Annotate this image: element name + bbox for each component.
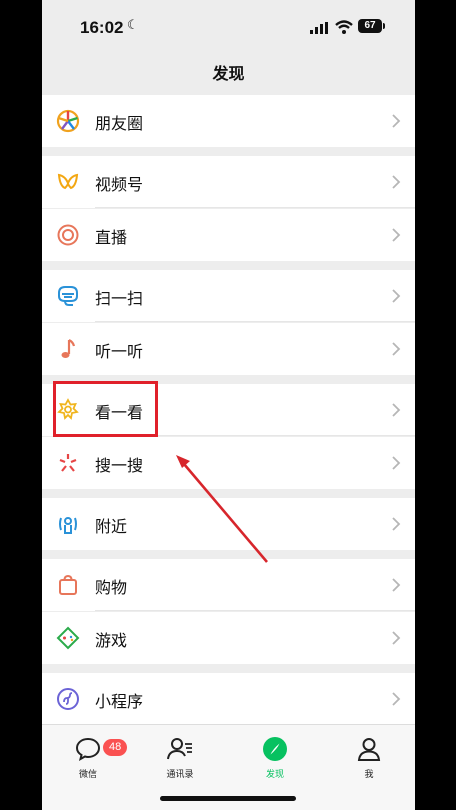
chevron-right-icon (392, 289, 401, 303)
menu-item-games[interactable]: 游戏 (42, 612, 415, 664)
chevron-right-icon (392, 175, 401, 189)
chevron-right-icon (392, 403, 401, 417)
chat-bubble-icon (75, 737, 101, 761)
tab-chats[interactable]: 48 微信 (53, 735, 128, 780)
moments-icon (55, 108, 81, 134)
menu-item-listen[interactable]: 听一听 (42, 323, 415, 375)
signal-icon (310, 22, 328, 34)
menu-item-shopping[interactable]: 购物 (42, 559, 415, 611)
menu-label: 小程序 (95, 692, 144, 711)
person-icon (357, 738, 381, 761)
menu-item-scan[interactable]: 扫一扫 (42, 270, 415, 322)
nearby-icon (55, 511, 81, 537)
home-indicator (160, 796, 296, 801)
compass-icon (263, 737, 287, 761)
menu-item-moments[interactable]: 朋友圈 (42, 95, 415, 147)
search-icon (55, 450, 81, 476)
games-icon (55, 625, 81, 651)
mini-programs-icon (55, 686, 81, 712)
highlight-box (53, 381, 158, 437)
status-time: 16:02 (80, 18, 124, 37)
listen-icon (55, 336, 81, 362)
tab-me[interactable]: 我 (334, 735, 404, 780)
tab-label: 我 (364, 770, 374, 780)
chevron-right-icon (392, 631, 401, 645)
tab-discover[interactable]: 发现 (240, 735, 310, 780)
menu-item-nearby[interactable]: 附近 (42, 498, 415, 550)
tab-label: 通讯录 (166, 770, 194, 780)
menu-label: 直播 (95, 228, 128, 247)
chevron-right-icon (392, 456, 401, 470)
moon-icon: ☾ (127, 18, 139, 33)
menu-label: 购物 (95, 578, 128, 597)
battery-icon: 67 (358, 19, 385, 33)
divider (95, 610, 415, 611)
menu-label: 朋友圈 (95, 114, 144, 133)
contacts-icon (167, 738, 192, 760)
chevron-right-icon (392, 228, 401, 242)
menu-label: 搜一搜 (95, 456, 144, 475)
menu-item-live[interactable]: 直播 (42, 209, 415, 261)
live-icon (55, 222, 81, 248)
shopping-icon (55, 572, 81, 598)
menu-label: 扫一扫 (95, 289, 144, 308)
chevron-right-icon (392, 692, 401, 706)
divider (95, 321, 415, 322)
menu-label: 听一听 (95, 342, 144, 361)
divider (95, 207, 415, 208)
status-bar: 16:02 ☾ 67 (42, 0, 415, 54)
chevron-right-icon (392, 578, 401, 592)
chevron-right-icon (392, 342, 401, 356)
menu-item-channels[interactable]: 视频号 (42, 156, 415, 208)
chevron-right-icon (392, 517, 401, 531)
wifi-icon (335, 20, 353, 34)
page-title: 发现 (212, 64, 245, 83)
tab-contacts[interactable]: 通讯录 (145, 735, 215, 780)
tab-label: 发现 (265, 770, 284, 780)
menu-label: 游戏 (95, 631, 128, 650)
tab-label: 微信 (78, 770, 97, 780)
menu-label: 视频号 (95, 175, 144, 194)
channels-icon (55, 169, 81, 195)
chevron-right-icon (392, 114, 401, 128)
menu-item-mini-programs[interactable]: 小程序 (42, 673, 415, 725)
scan-icon (55, 283, 81, 309)
menu-label: 附近 (95, 517, 128, 536)
unread-badge: 48 (103, 739, 128, 756)
phone-screen: 16:02 ☾ 67 发现 朋友圈 视频号 直播 扫一扫 听一听 看一看 搜一搜… (42, 0, 415, 810)
menu-item-search[interactable]: 搜一搜 (42, 437, 415, 489)
